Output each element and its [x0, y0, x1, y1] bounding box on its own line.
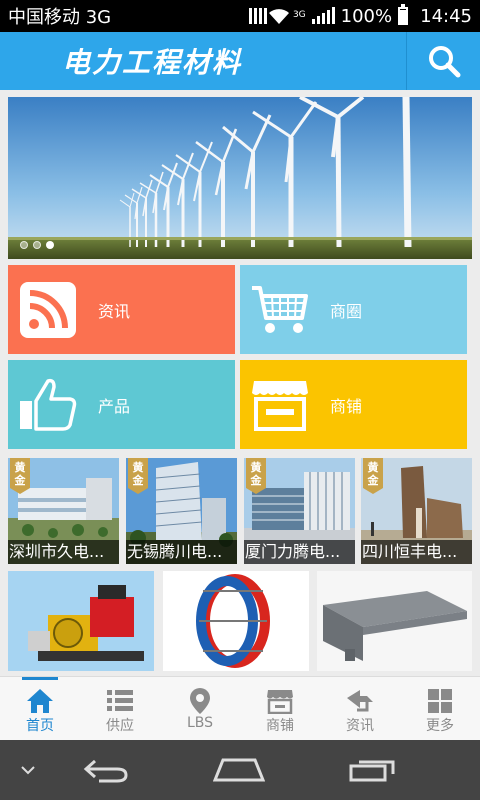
tile-products[interactable]: 产品 — [8, 360, 235, 449]
tile-business-circle[interactable]: 商圈 — [240, 265, 467, 354]
pipe-coupling-image — [163, 571, 309, 671]
nav-lbs[interactable]: LBS — [160, 677, 240, 740]
carousel-dot[interactable] — [20, 241, 28, 249]
location-pin-icon — [190, 688, 210, 714]
wind-farm-image — [8, 97, 472, 259]
tile-shops[interactable]: 商铺 — [240, 360, 467, 449]
nav-supply[interactable]: 供应 — [80, 677, 160, 740]
app-header: 电力工程材料 — [0, 32, 480, 90]
page-title: 电力工程材料 — [62, 46, 243, 79]
battery-icon — [398, 4, 409, 25]
network-type-label: 3G — [292, 9, 306, 20]
nav-supply-label: 供应 — [106, 718, 134, 734]
chevron-down-icon — [21, 766, 35, 775]
carousel-indicator[interactable] — [20, 241, 54, 249]
carousel-dot-active[interactable] — [46, 241, 54, 249]
supplier-card[interactable]: 黄金 深圳市久电... — [8, 458, 119, 564]
clock: 14:45 — [420, 5, 472, 27]
back-button[interactable] — [56, 757, 156, 783]
nav-news[interactable]: 资讯 — [320, 677, 400, 740]
home-button[interactable] — [156, 758, 322, 782]
hide-keyboard-button[interactable] — [0, 765, 56, 775]
product-card[interactable] — [8, 571, 154, 671]
list-icon — [107, 690, 133, 711]
gold-badge: 黄金 — [246, 458, 266, 494]
search-icon — [428, 46, 460, 78]
shop-icon — [252, 380, 308, 431]
tile-shops-label: 商铺 — [330, 396, 363, 416]
supplier-name: 无锡腾川电... — [126, 540, 237, 564]
tile-news[interactable]: 资讯 — [8, 265, 235, 354]
nav-store-label: 商铺 — [266, 718, 294, 734]
home-key-icon — [213, 758, 265, 782]
home-icon — [27, 689, 53, 713]
tile-news-label: 资讯 — [98, 301, 131, 321]
tile-business-circle-label: 商圈 — [330, 301, 363, 321]
battery-percent: 100% — [340, 5, 393, 27]
search-button[interactable] — [406, 32, 480, 90]
nav-home[interactable]: 首页 — [0, 677, 80, 740]
product-card[interactable] — [317, 571, 472, 671]
supplier-name: 深圳市久电... — [8, 540, 119, 564]
nav-lbs-label: LBS — [186, 715, 214, 731]
nav-store[interactable]: 商铺 — [240, 677, 320, 740]
gold-badge: 黄金 — [128, 458, 148, 494]
metal-bracket-image — [317, 571, 472, 671]
supplier-card[interactable]: 黄金 无锡腾川电... — [126, 458, 237, 564]
carousel-dot[interactable] — [33, 241, 41, 249]
news-icon — [347, 690, 373, 712]
supplier-name: 厦门力腾电... — [244, 540, 355, 564]
thumbs-up-icon — [20, 378, 77, 431]
system-navigation-bar — [0, 740, 480, 800]
bottom-navigation: 首页 供应 LBS 商铺 资讯 更多 — [0, 676, 480, 740]
engine-winch-image — [8, 571, 154, 671]
wifi-icon — [268, 9, 289, 24]
recent-apps-button[interactable] — [322, 758, 422, 782]
supplier-card[interactable]: 黄金 四川恒丰电... — [361, 458, 472, 564]
rss-icon — [20, 281, 76, 338]
tile-products-label: 产品 — [98, 396, 131, 416]
banner-carousel[interactable] — [8, 97, 472, 259]
store-icon — [267, 690, 293, 714]
cart-icon — [252, 285, 308, 333]
product-card[interactable] — [163, 571, 309, 671]
gold-badge: 黄金 — [363, 458, 383, 494]
signal-icon — [311, 7, 335, 24]
status-bar: 中国移动 3G 3G 100% 14:45 — [0, 0, 480, 32]
nav-more-label: 更多 — [426, 718, 454, 734]
nav-more[interactable]: 更多 — [400, 677, 480, 740]
supplier-card[interactable]: 黄金 厦门力腾电... — [244, 458, 355, 564]
sim-icon — [248, 8, 267, 24]
back-icon — [83, 759, 128, 783]
grid-icon — [428, 689, 452, 713]
recent-apps-icon — [349, 760, 395, 782]
nav-news-label: 资讯 — [346, 718, 374, 734]
nav-home-label: 首页 — [26, 718, 54, 734]
supplier-name: 四川恒丰电... — [361, 540, 472, 564]
gold-badge: 黄金 — [10, 458, 30, 494]
